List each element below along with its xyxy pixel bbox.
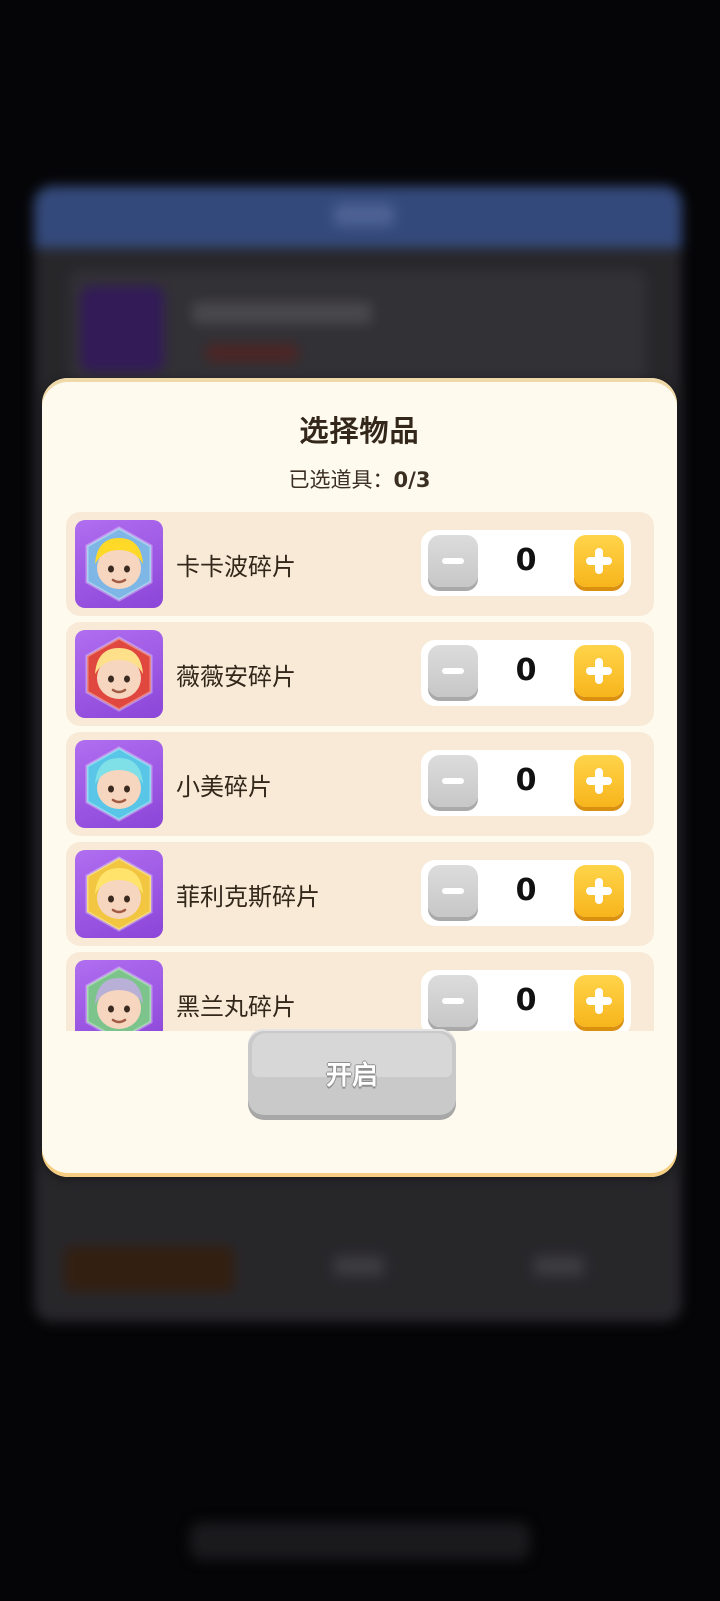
minus-button[interactable] [428,975,478,1027]
item-name: 黑兰丸碎片 [176,993,296,1021]
item-name: 卡卡波碎片 [176,553,296,581]
plus-button[interactable] [574,865,624,917]
minus-icon [442,888,464,894]
minus-button[interactable] [428,645,478,697]
item-list[interactable]: 卡卡波碎片 0 薇薇安碎片 0 小美碎片 0 菲利克斯碎片 0 黑兰丸碎片 0 [66,512,654,1031]
dialog-title: 选择物品 [299,414,420,448]
quantity-stepper: 0 [421,860,631,926]
plus-button[interactable] [574,645,624,697]
item-name: 薇薇安碎片 [176,663,296,691]
select-item-dialog: 选择物品 已选道具：0/3 卡卡波碎片 0 薇薇安碎片 0 小美碎片 0 菲利克斯碎片 0 黑兰… [42,378,677,1177]
plus-button[interactable] [574,975,624,1027]
fragment-avatar-icon [75,630,163,718]
selected-count-line: 已选道具：0/3 [42,464,677,494]
quantity-value: 0 [515,543,537,578]
open-button-label: 开启 [325,1061,378,1091]
fragment-avatar-icon [75,520,163,608]
fragment-avatar-icon [75,850,163,938]
fragment-avatar-icon [75,740,163,828]
minus-icon [442,998,464,1004]
screen: 选择物品 已选道具：0/3 卡卡波碎片 0 薇薇安碎片 0 小美碎片 0 菲利克斯碎片 0 黑兰… [0,0,720,1601]
item-row: 薇薇安碎片 0 [66,622,654,726]
selected-count: 0/3 [393,468,431,492]
open-button[interactable]: 开启 [248,1029,456,1115]
minus-button[interactable] [428,755,478,807]
minus-button[interactable] [428,865,478,917]
quantity-stepper: 0 [421,530,631,596]
item-row: 黑兰丸碎片 0 [66,952,654,1031]
quantity-value: 0 [515,983,537,1018]
quantity-value: 0 [515,763,537,798]
background-bottom-bar [190,1522,530,1560]
quantity-value: 0 [515,653,537,688]
fragment-avatar-icon [75,960,163,1031]
quantity-value: 0 [515,873,537,908]
plus-button[interactable] [574,535,624,587]
item-row: 卡卡波碎片 0 [66,512,654,616]
selected-label: 已选道具： [288,468,394,492]
minus-icon [442,558,464,564]
plus-button[interactable] [574,755,624,807]
quantity-stepper: 0 [421,970,631,1031]
minus-icon [442,778,464,784]
item-name: 小美碎片 [176,773,272,801]
minus-icon [442,668,464,674]
quantity-stepper: 0 [421,640,631,706]
item-name: 菲利克斯碎片 [176,883,320,911]
quantity-stepper: 0 [421,750,631,816]
minus-button[interactable] [428,535,478,587]
item-row: 小美碎片 0 [66,732,654,836]
item-row: 菲利克斯碎片 0 [66,842,654,946]
